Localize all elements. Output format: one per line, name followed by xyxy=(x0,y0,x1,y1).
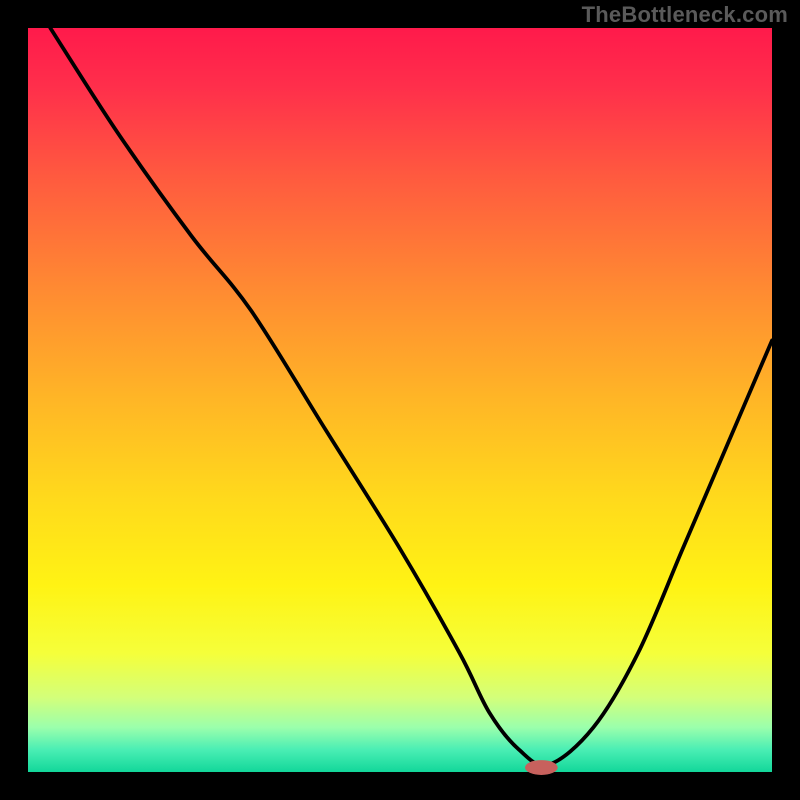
plot-background xyxy=(28,28,772,772)
chart-stage: TheBottleneck.com xyxy=(0,0,800,800)
chart-canvas xyxy=(0,0,800,800)
watermark-text: TheBottleneck.com xyxy=(582,2,788,28)
optimal-marker xyxy=(525,760,558,775)
